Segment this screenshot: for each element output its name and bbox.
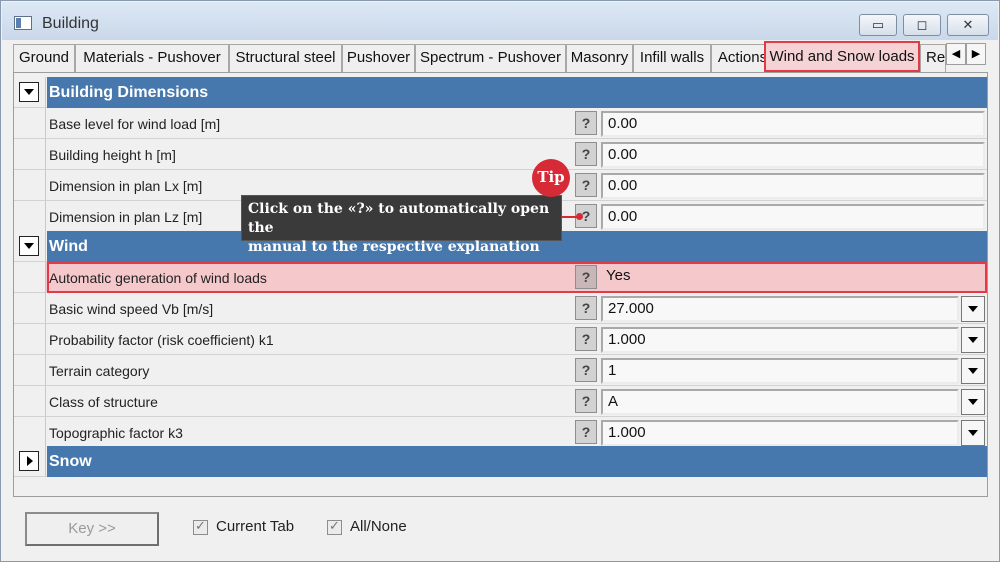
- minimize-button[interactable]: ▭: [859, 14, 897, 36]
- building-window: Building ▭ ◻ ✕ Ground Materials - Pushov…: [0, 0, 1000, 562]
- chevron-down-icon[interactable]: [961, 420, 985, 446]
- chevron-down-icon[interactable]: [961, 327, 985, 353]
- help-button[interactable]: ?: [575, 142, 597, 166]
- value-field[interactable]: 0.00: [601, 204, 985, 230]
- close-button[interactable]: ✕: [947, 14, 989, 36]
- callout-line-2: manual to the respective explanation: [248, 239, 540, 255]
- collapse-toggle-icon[interactable]: [19, 82, 39, 102]
- help-button[interactable]: ?: [575, 173, 597, 197]
- title-bar[interactable]: Building ▭ ◻ ✕: [2, 2, 998, 40]
- property-grid: Building Dimensions Base level for wind …: [13, 72, 988, 497]
- chevron-down-icon[interactable]: [961, 389, 985, 415]
- value-field[interactable]: 1: [601, 358, 959, 384]
- value-field[interactable]: 0.00: [601, 111, 985, 137]
- property-label: Dimension in plan Lx [m]: [49, 178, 203, 194]
- property-row: Class of structure ? A: [14, 386, 987, 417]
- property-label: Topographic factor k3: [49, 425, 183, 441]
- all-none-checkbox[interactable]: [327, 518, 342, 535]
- property-row: Basic wind speed Vb [m/s] ? 27.000: [14, 293, 987, 324]
- expand-toggle-icon[interactable]: [19, 451, 39, 471]
- property-label: Class of structure: [49, 394, 158, 410]
- building-app-icon: [14, 16, 32, 30]
- help-button[interactable]: ?: [575, 420, 597, 444]
- arrow-right-icon: ▶: [971, 48, 981, 60]
- arrow-left-icon: ◀: [951, 48, 961, 60]
- property-label: Automatic generation of wind loads: [49, 270, 267, 286]
- maximize-icon: ◻: [916, 17, 928, 32]
- close-icon: ✕: [962, 17, 974, 32]
- help-button[interactable]: ?: [575, 111, 597, 135]
- tab-strip: Ground Materials - Pushover Structural s…: [13, 40, 989, 72]
- tab-pushover[interactable]: Pushover: [342, 44, 415, 72]
- section-title: Building Dimensions: [47, 77, 987, 108]
- help-button[interactable]: ?: [575, 389, 597, 413]
- property-label: Probability factor (risk coefficient) k1: [49, 332, 274, 348]
- value-field[interactable]: 0.00: [601, 142, 985, 168]
- tab-structural-steel[interactable]: Structural steel: [229, 44, 342, 72]
- tab-re[interactable]: Re: [920, 44, 946, 72]
- property-row: Probability factor (risk coefficient) k1…: [14, 324, 987, 355]
- property-label: Terrain category: [49, 363, 150, 379]
- callout-pointer-dot: [576, 213, 583, 220]
- tab-masonry[interactable]: Masonry: [566, 44, 633, 72]
- property-label: Base level for wind load [m]: [49, 116, 221, 132]
- current-tab-label: Current Tab: [216, 518, 295, 535]
- tab-spectrum-pushover[interactable]: Spectrum - Pushover: [415, 44, 566, 72]
- tab-ground[interactable]: Ground: [13, 44, 75, 72]
- tab-materials-pushover[interactable]: Materials - Pushover: [75, 44, 229, 72]
- chevron-down-icon[interactable]: [961, 296, 985, 322]
- chevron-down-icon[interactable]: [961, 358, 985, 384]
- tab-wind-and-snow-loads[interactable]: Wind and Snow loads: [764, 41, 920, 72]
- footer-bar: Key >> Current Tab All/None: [13, 498, 988, 558]
- value-field[interactable]: 1.000: [601, 327, 959, 353]
- property-row-highlighted: Automatic generation of wind loads ? Yes: [14, 262, 987, 293]
- tab-scroll-right[interactable]: ▶: [966, 43, 986, 65]
- property-row: Building height h [m] ? 0.00: [14, 139, 987, 170]
- window-title: Building: [42, 15, 99, 32]
- all-none-label: All/None: [350, 518, 407, 535]
- value-field[interactable]: A: [601, 389, 959, 415]
- tip-badge: Tip: [532, 159, 570, 197]
- tab-scroll-left[interactable]: ◀: [946, 43, 966, 65]
- tab-infill-walls[interactable]: Infill walls: [633, 44, 711, 72]
- property-label: Building height h [m]: [49, 147, 176, 163]
- property-row: Terrain category ? 1: [14, 355, 987, 386]
- property-label: Dimension in plan Lz [m]: [49, 209, 203, 225]
- value-field[interactable]: 1.000: [601, 420, 959, 446]
- help-button[interactable]: ?: [575, 296, 597, 320]
- property-row: Topographic factor k3 ? 1.000: [14, 417, 987, 448]
- help-button[interactable]: ?: [575, 265, 597, 289]
- value-field[interactable]: Yes: [601, 265, 985, 291]
- maximize-button[interactable]: ◻: [903, 14, 941, 36]
- property-row: Base level for wind load [m] ? 0.00: [14, 108, 987, 139]
- collapse-toggle-icon[interactable]: [19, 236, 39, 256]
- section-snow: Snow: [14, 446, 987, 477]
- current-tab-checkbox[interactable]: [193, 518, 208, 535]
- key-button[interactable]: Key >>: [25, 512, 159, 546]
- value-field[interactable]: 27.000: [601, 296, 959, 322]
- value-field[interactable]: 0.00: [601, 173, 985, 199]
- minimize-icon: ▭: [871, 17, 885, 32]
- help-button[interactable]: ?: [575, 358, 597, 382]
- section-building-dimensions: Building Dimensions: [14, 77, 987, 108]
- help-button[interactable]: ?: [575, 327, 597, 351]
- tip-callout: Click on the «?» to automatically open t…: [241, 195, 562, 255]
- callout-line-1: Click on the «?» to automatically open t…: [248, 201, 550, 236]
- property-label: Basic wind speed Vb [m/s]: [49, 301, 214, 317]
- section-title: Snow: [47, 446, 987, 477]
